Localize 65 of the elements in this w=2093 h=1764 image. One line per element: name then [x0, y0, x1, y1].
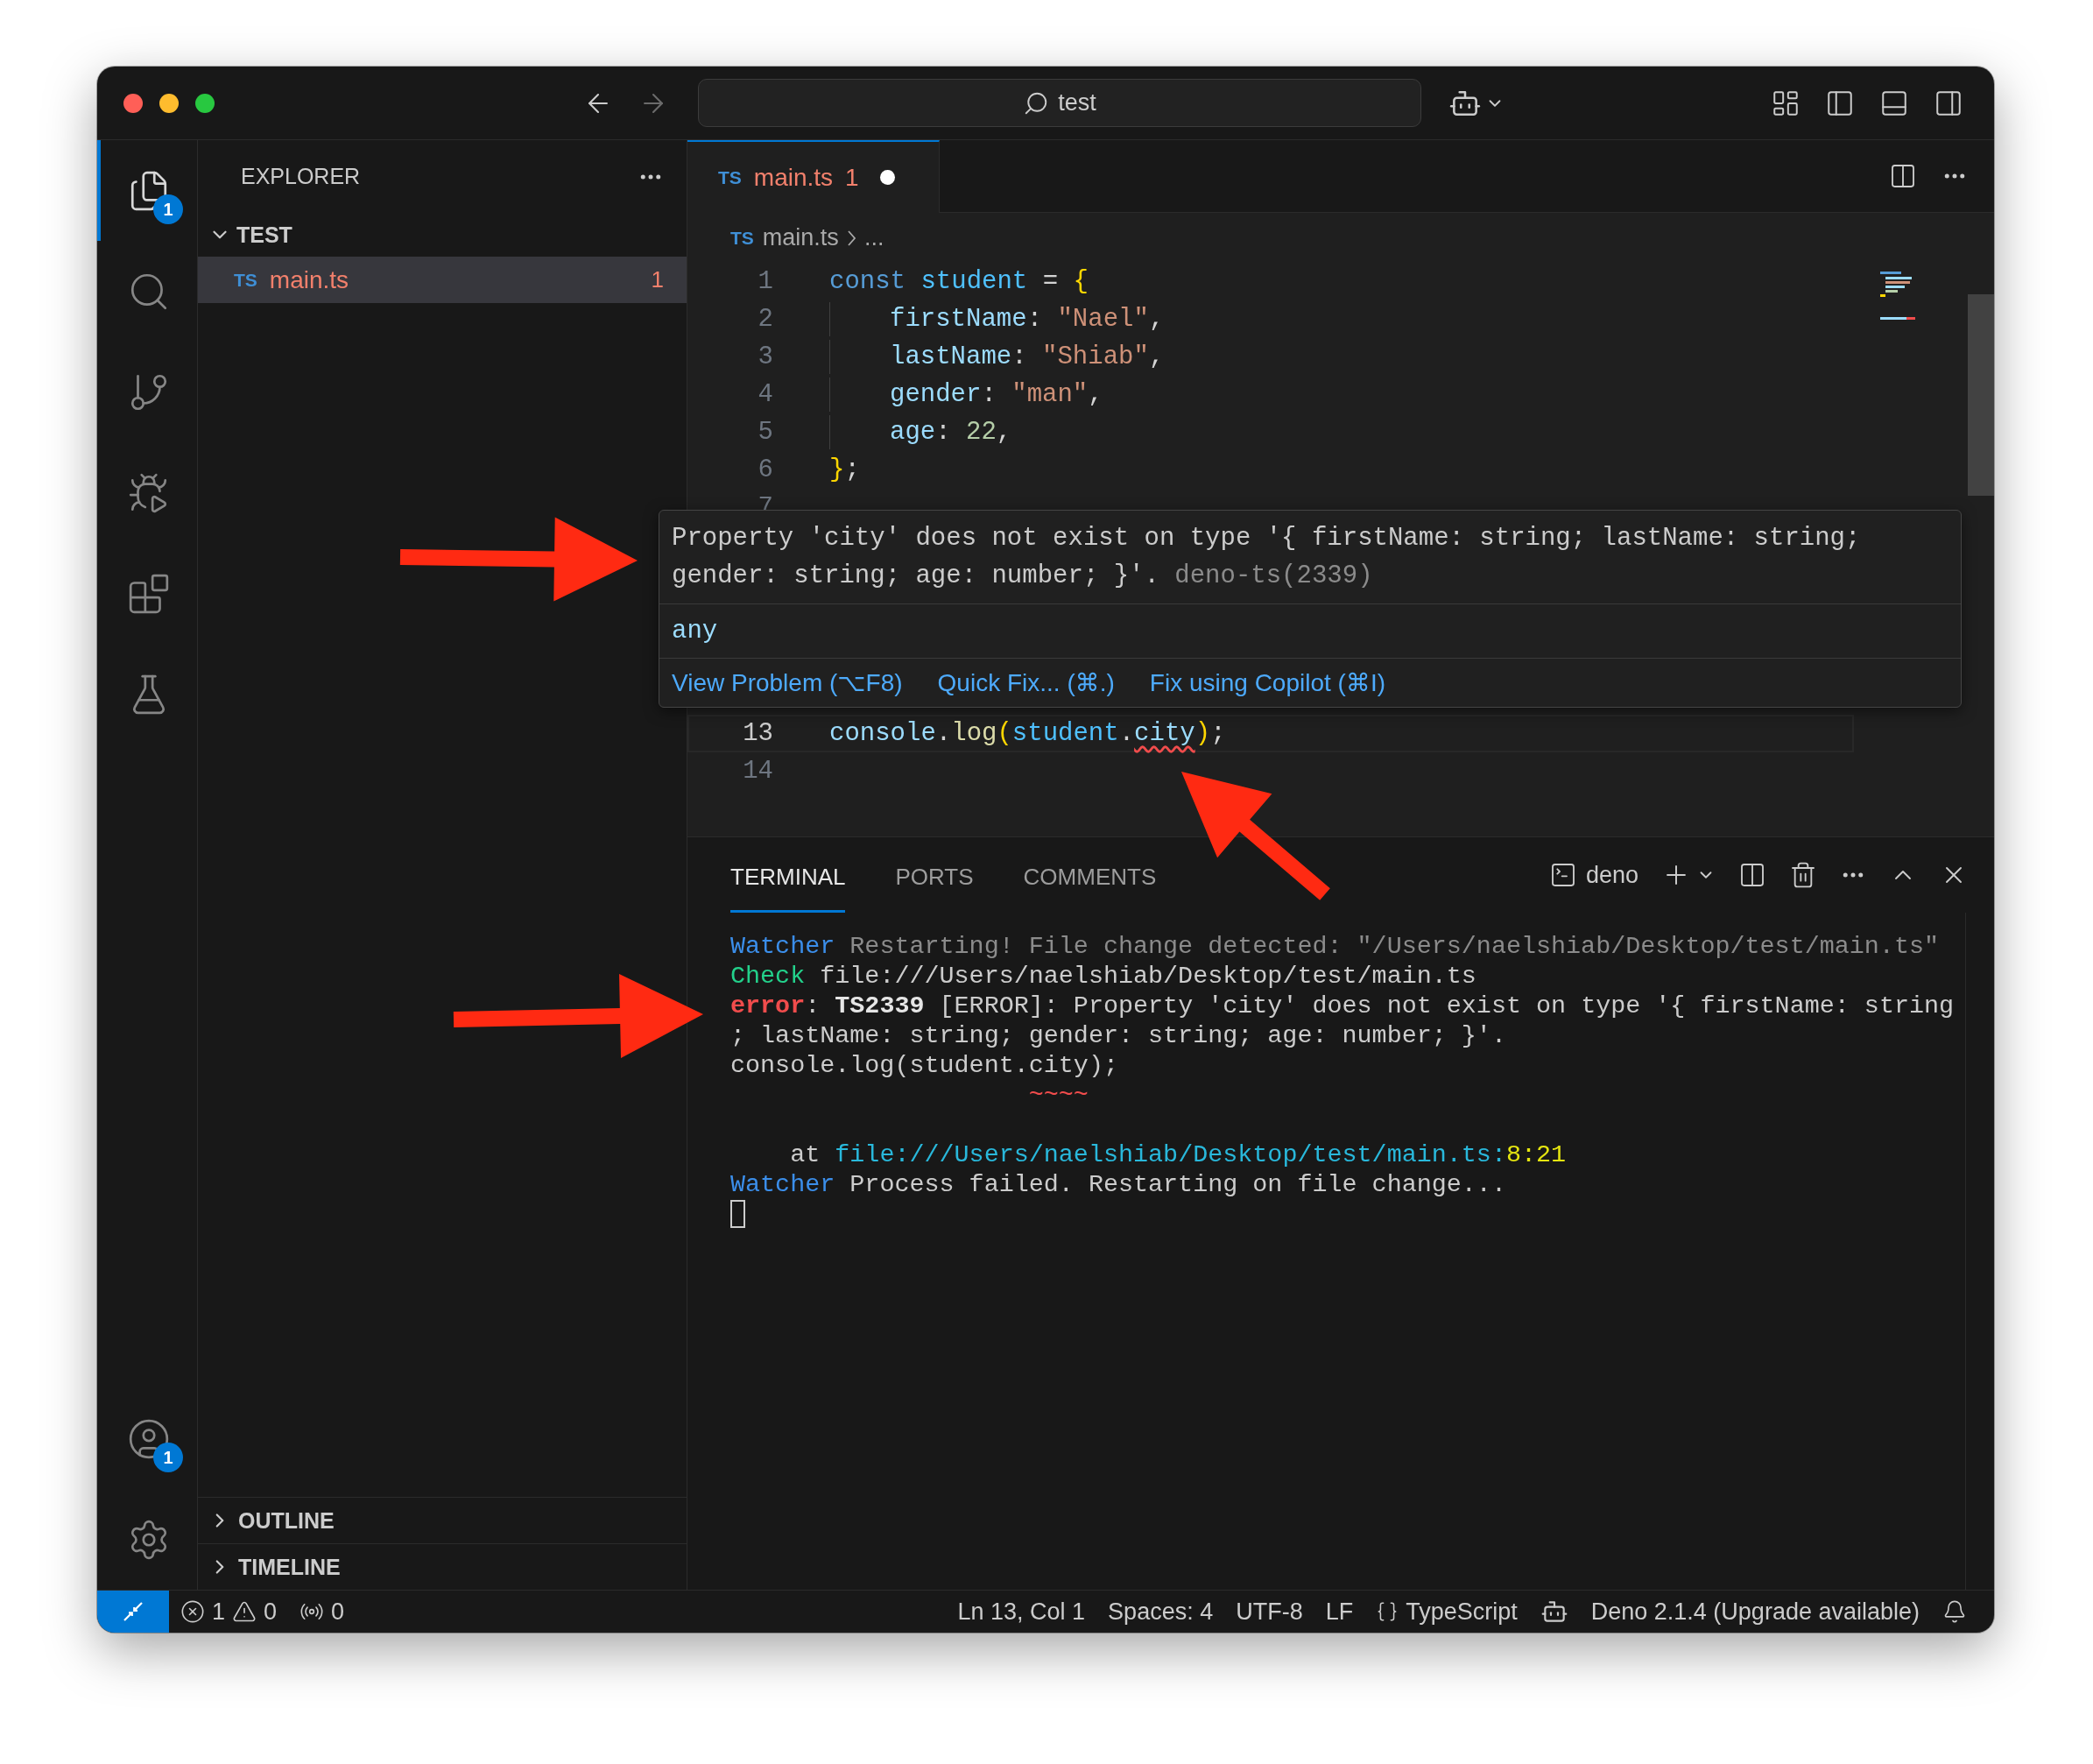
- error-icon: [180, 1599, 205, 1624]
- language-status[interactable]: TypeScript: [1364, 1598, 1529, 1626]
- command-search-field[interactable]: test: [698, 79, 1421, 127]
- terminal-cursor: [730, 1200, 745, 1228]
- status-item[interactable]: Spaces: 4: [1096, 1598, 1225, 1626]
- code-line: age: 22,: [890, 418, 1012, 447]
- breadcrumb-item[interactable]: main.ts: [762, 224, 839, 251]
- terminal-line: Watcher Restarting! File change detected: "/Users/naelshiab/Desktop/test/main.ts": [730, 932, 1940, 962]
- code-line: lastName: "Shiab",: [890, 342, 1165, 371]
- problems-status[interactable]: 1 0: [169, 1598, 289, 1626]
- line-number: 5: [757, 418, 773, 447]
- error-message: Property 'city' does not exist on type '{ firstName: string; lastName: string; gender: string; age: number; }'. deno-ts(2339): [671, 523, 1862, 592]
- line-number: 4: [757, 380, 773, 409]
- code-line: console.log(student.city);: [829, 719, 1226, 748]
- line-number: 13: [742, 719, 773, 748]
- line-number: 3: [757, 342, 773, 371]
- breadcrumb-item[interactable]: ...: [863, 224, 884, 251]
- file-type-label: TS: [730, 227, 754, 249]
- bell-icon[interactable]: [1942, 1599, 1967, 1624]
- code-line: gender: "man",: [890, 380, 1103, 409]
- status-item[interactable]: Deno 2.1.4 (Upgrade available): [1579, 1598, 1931, 1626]
- file-item[interactable]: TS main.ts 1: [198, 257, 687, 303]
- scrollbar-thumb[interactable]: [1968, 294, 1994, 496]
- ports-status[interactable]: 0: [288, 1598, 356, 1626]
- code-line: const student = {: [829, 267, 1089, 296]
- trash-icon[interactable]: [1789, 861, 1817, 889]
- maximize-window-button[interactable]: [195, 93, 215, 113]
- section-header[interactable]: TIMELINE: [238, 1554, 341, 1580]
- action-link[interactable]: Fix using Copilot (⌘I): [1149, 668, 1385, 697]
- terminal-selector[interactable]: deno: [1548, 861, 1638, 889]
- code-line: firstName: "Nael",: [890, 305, 1165, 334]
- section-header[interactable]: OUTLINE: [238, 1507, 335, 1534]
- action-link[interactable]: Quick Fix... (⌘.): [937, 668, 1115, 697]
- terminal-line: console.log(student.city);: [730, 1051, 1119, 1081]
- code-line: };: [829, 455, 860, 484]
- chevron-right-icon: [847, 229, 856, 246]
- split-editor-icon[interactable]: [1889, 162, 1917, 190]
- badge: 1: [153, 194, 183, 224]
- action-link[interactable]: View Problem (⌥F8): [672, 668, 903, 697]
- badge: 1: [153, 1443, 183, 1472]
- line-number: 6: [757, 455, 773, 484]
- line-number: 2: [757, 305, 773, 334]
- panel-tab[interactable]: PORTS: [895, 837, 974, 913]
- terminal-line: ; lastName: string; gender: string; age: number; }'.: [730, 1021, 1507, 1051]
- status-item[interactable]: LF: [1314, 1598, 1365, 1626]
- terminal-line: Check file:///Users/naelshiab/Desktop/test/main.ts: [730, 962, 1477, 991]
- folder-label[interactable]: TEST: [236, 222, 292, 248]
- line-number: 1: [757, 267, 773, 296]
- panel-tab[interactable]: TERMINAL: [730, 837, 846, 913]
- split-terminal-icon[interactable]: [1738, 861, 1766, 889]
- terminal-line: error: TS2339 [ERROR]: Property 'city' does not exist on type '{ firstName: string: [730, 991, 1956, 1021]
- editor-tab[interactable]: TS main.ts 1: [687, 140, 940, 213]
- minimize-window-button[interactable]: [159, 93, 179, 113]
- remote-button[interactable]: [97, 1591, 169, 1633]
- close-window-button[interactable]: [123, 93, 143, 113]
- panel-tab[interactable]: COMMENTS: [1023, 837, 1157, 913]
- status-item[interactable]: Ln 13, Col 1: [946, 1598, 1097, 1626]
- terminal-line: ~~~~: [1027, 1081, 1089, 1111]
- terminal-line: Watcher Process failed. Restarting on file change...: [730, 1170, 1507, 1200]
- sidebar-title: EXPLORER: [241, 164, 361, 189]
- terminal-line: at file:///Users/naelshiab/Desktop/test/main.ts:8:21: [789, 1140, 1568, 1170]
- status-item[interactable]: UTF-8: [1224, 1598, 1314, 1626]
- type-info: any: [672, 617, 718, 646]
- warning-icon: [232, 1599, 257, 1624]
- line-number: 14: [742, 757, 773, 786]
